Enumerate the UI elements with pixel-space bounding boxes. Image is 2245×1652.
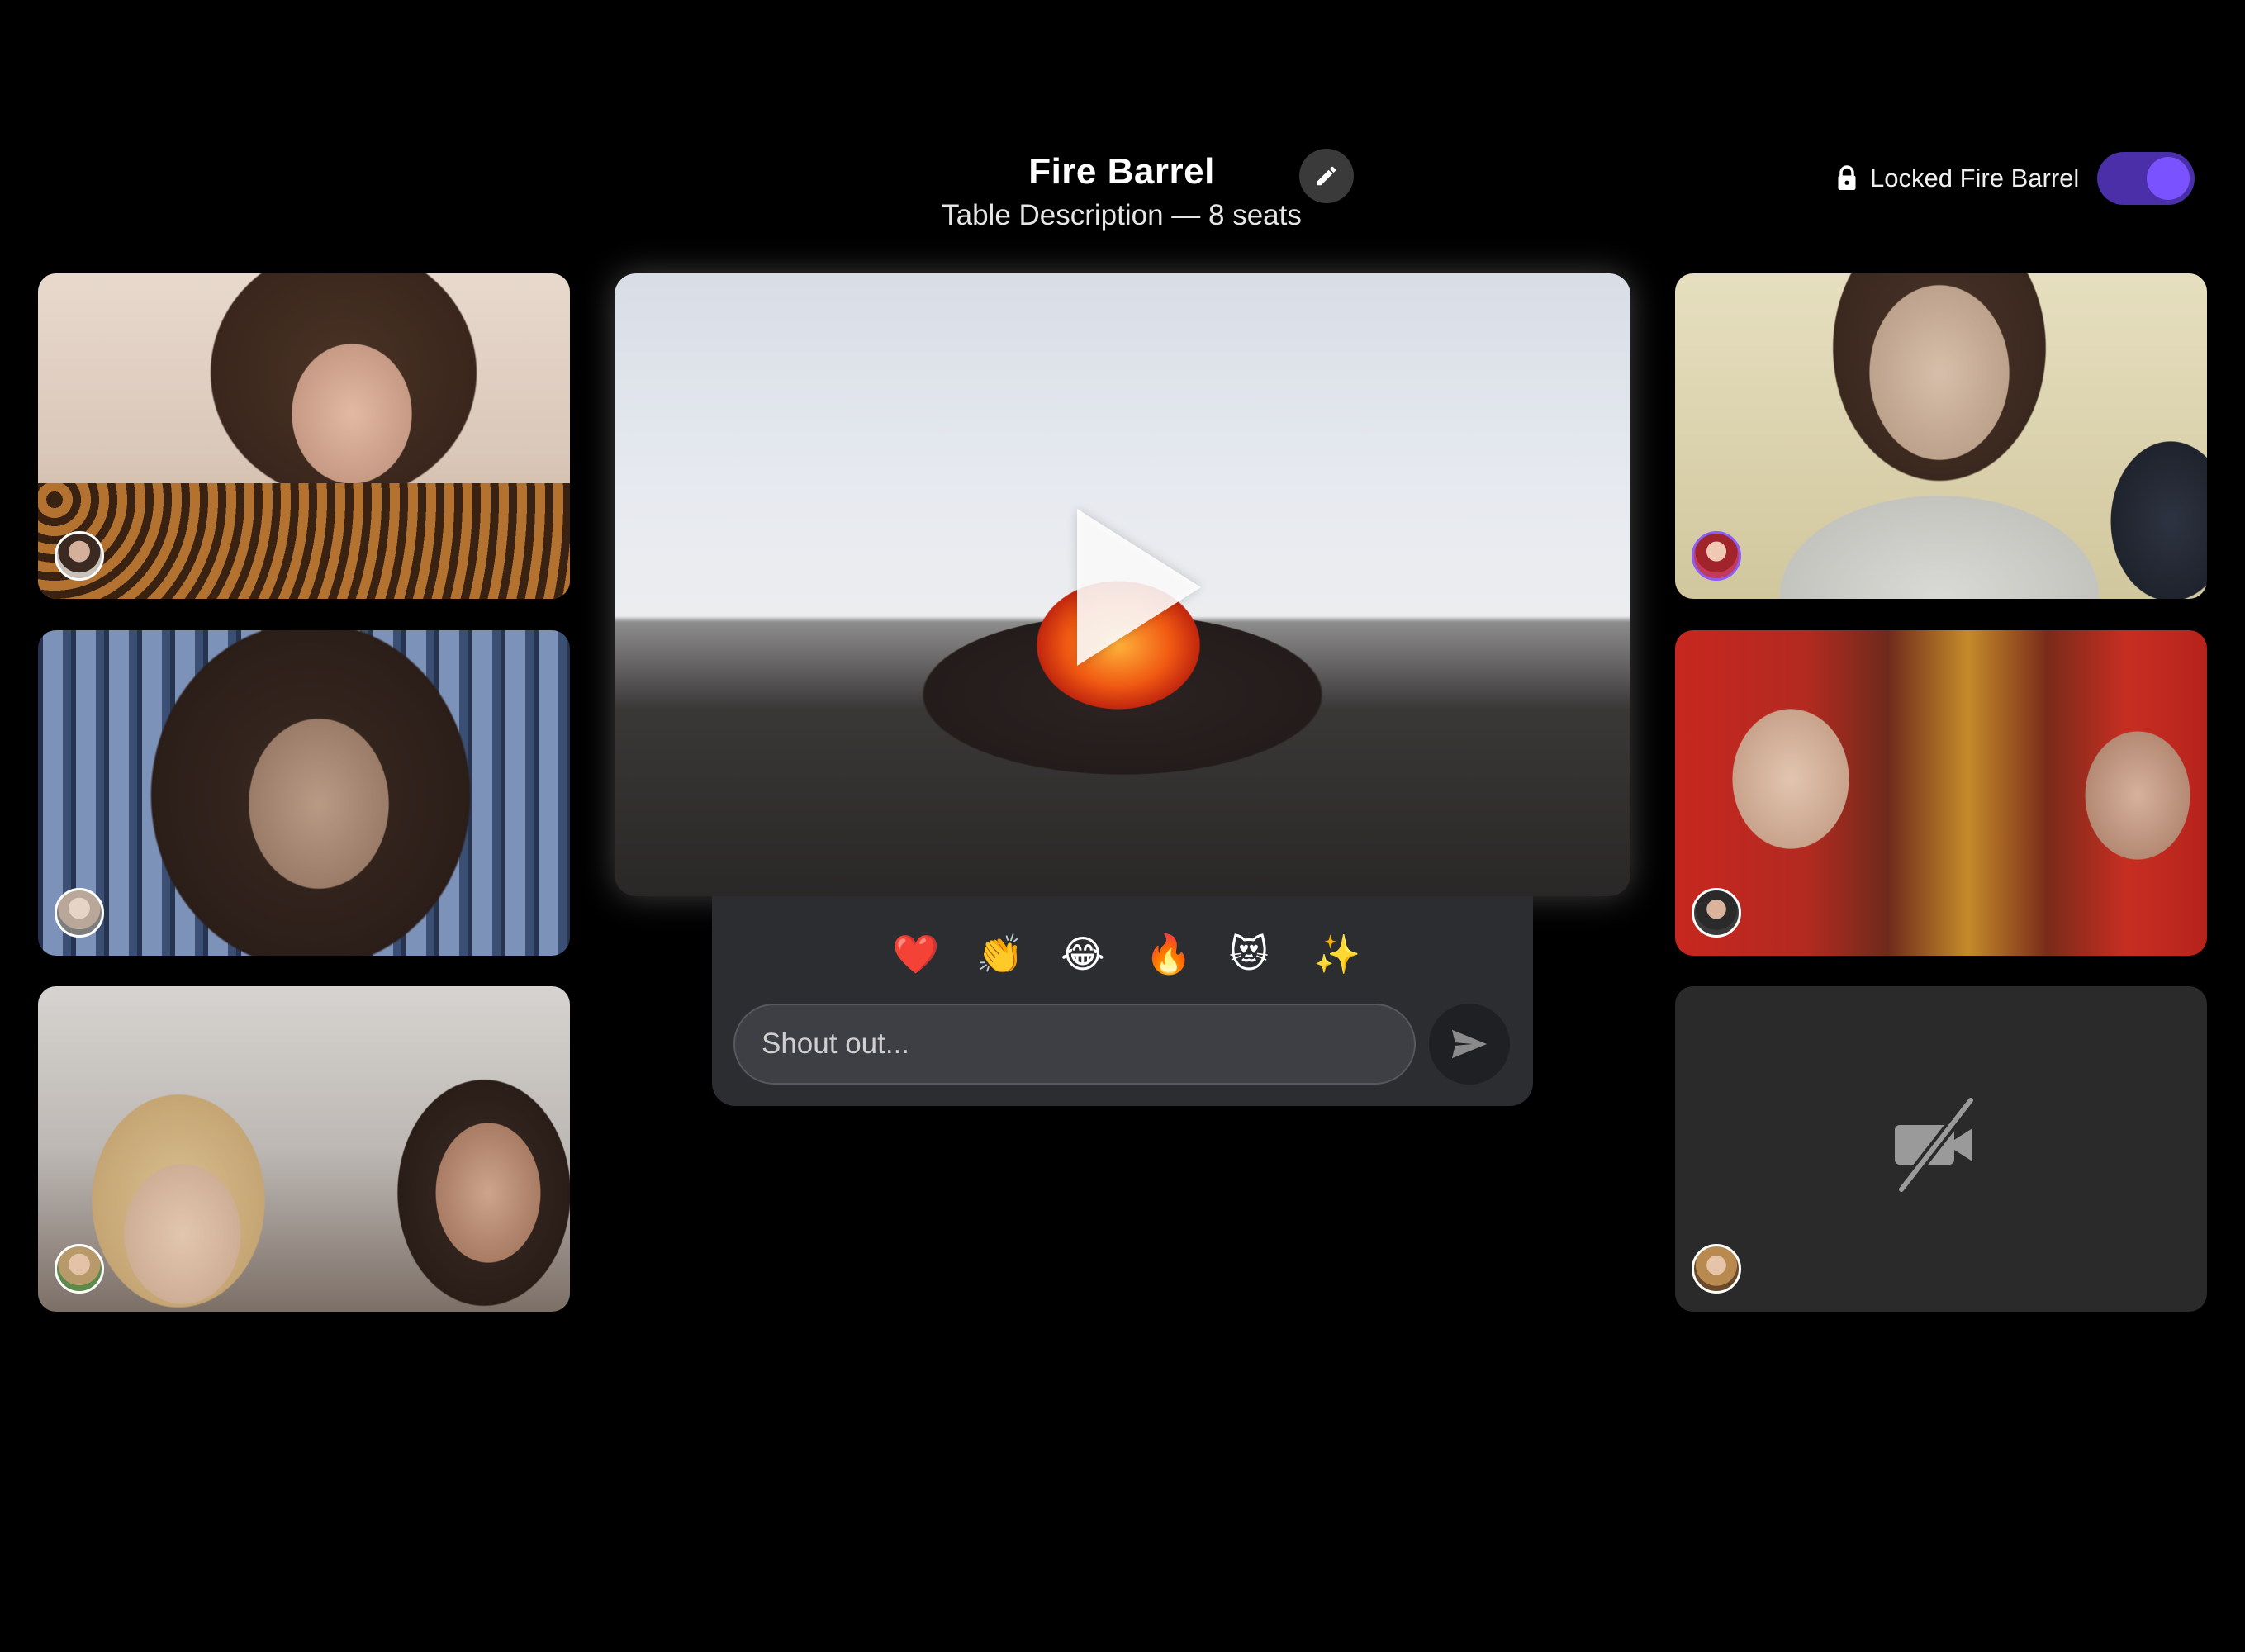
participant-tile[interactable] [38,986,570,1312]
edit-title-button[interactable] [1299,149,1354,203]
reaction-panel: ❤️ 👏 😂 🔥 😻 ✨ [712,896,1533,1106]
table-header: Fire Barrel Table Description — 8 seats … [0,0,2245,248]
avatar [55,1244,104,1294]
lock-icon [1838,165,1856,190]
participant-tile[interactable] [1675,630,2207,956]
pencil-icon [1317,166,1336,186]
participant-tile[interactable] [1675,273,2207,599]
video-feed [38,483,570,599]
heart-eyes-cat-reaction-button[interactable]: 😻 [1229,931,1269,977]
laugh-reaction-button[interactable]: 😂 [1061,931,1105,977]
shout-field[interactable] [733,1004,1416,1085]
camera-off-icon [1895,1096,1976,1194]
participant-tile[interactable] [38,630,570,956]
clap-reaction-button[interactable]: 👏 [976,931,1023,977]
shout-input[interactable] [760,1027,1391,1061]
participant-tile-camera-off[interactable] [1675,986,2207,1312]
lock-toggle[interactable] [2097,152,2195,205]
play-icon[interactable] [1077,509,1201,666]
avatar [1692,888,1741,938]
lock-control: Locked Fire Barrel [1835,152,2195,205]
fire-reaction-button[interactable]: 🔥 [1145,931,1192,977]
avatar [1692,1244,1741,1294]
send-button[interactable] [1429,1004,1510,1085]
table-description: Table Description — 8 seats [942,199,1302,231]
toggle-knob [2147,157,2190,200]
send-icon [1451,1029,1488,1059]
shared-media-player[interactable] [615,273,1630,896]
lock-label: Locked Fire Barrel [1870,164,2080,192]
emoji-reactions: ❤️ 👏 😂 🔥 😻 ✨ [712,931,1533,977]
sparkles-reaction-button[interactable]: ✨ [1313,931,1360,977]
avatar [55,531,104,581]
participant-tile[interactable] [38,273,570,599]
avatar [55,888,104,938]
heart-reaction-button[interactable]: ❤️ [892,931,939,977]
avatar [1692,531,1741,581]
